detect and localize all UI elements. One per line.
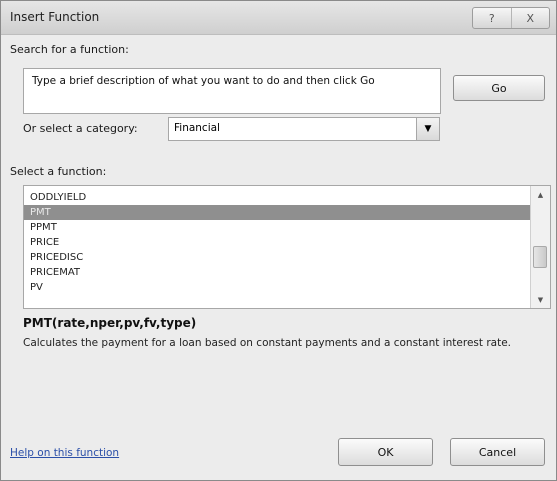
search-input[interactable]: Type a brief description of what you wan… <box>23 68 441 114</box>
list-item[interactable]: PRICE <box>24 235 530 250</box>
title-bar: Insert Function ? X <box>1 1 556 35</box>
list-item[interactable]: PRICEMAT <box>24 265 530 280</box>
list-item[interactable]: ODDLYIELD <box>24 190 530 205</box>
ok-button[interactable]: OK <box>338 438 433 466</box>
help-on-function-link[interactable]: Help on this function <box>10 447 119 459</box>
function-list-items: ODDLYIELD PMT PPMT PRICE PRICEDISC PRICE… <box>24 190 530 295</box>
go-button[interactable]: Go <box>453 75 545 101</box>
list-item[interactable]: PRICEDISC <box>24 250 530 265</box>
title-buttons: ? X <box>472 7 550 29</box>
category-label: Or select a category: <box>23 122 138 135</box>
function-description: Calculates the payment for a loan based … <box>23 337 511 349</box>
close-button[interactable]: X <box>510 8 550 28</box>
category-select[interactable]: Financial ▼ <box>168 117 440 141</box>
list-item[interactable]: PV <box>24 280 530 295</box>
scroll-down-icon[interactable]: ▼ <box>531 291 550 308</box>
chevron-down-icon[interactable]: ▼ <box>416 118 439 140</box>
list-scrollbar[interactable]: ▲ ▼ <box>530 186 550 308</box>
scrollbar-thumb[interactable] <box>533 246 547 268</box>
list-item[interactable]: PPMT <box>24 220 530 235</box>
function-listbox[interactable]: ODDLYIELD PMT PPMT PRICE PRICEDISC PRICE… <box>23 185 551 309</box>
dialog-title: Insert Function <box>10 10 100 24</box>
function-list-label: Select a function: <box>10 165 107 178</box>
help-button[interactable]: ? <box>473 8 511 28</box>
cancel-button[interactable]: Cancel <box>450 438 545 466</box>
list-item-selected[interactable]: PMT <box>24 205 530 220</box>
insert-function-dialog: Insert Function ? X Search for a functio… <box>0 0 557 481</box>
search-label: Search for a function: <box>10 43 129 56</box>
scroll-up-icon[interactable]: ▲ <box>531 186 550 203</box>
category-selected-value: Financial <box>174 122 220 134</box>
function-syntax: PMT(rate,nper,pv,fv,type) <box>23 316 197 330</box>
